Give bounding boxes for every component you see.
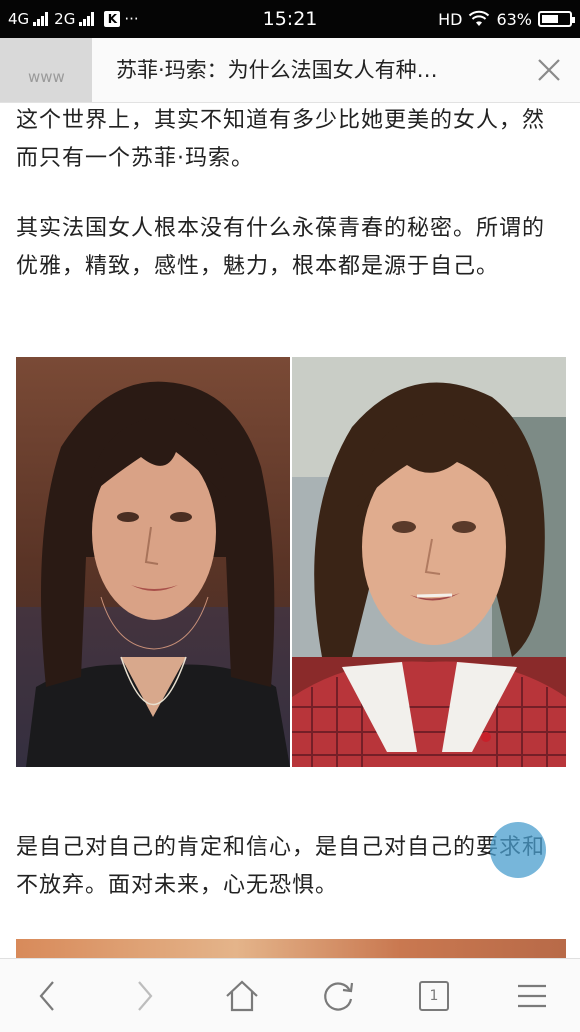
background-tab-url: www: [28, 68, 65, 86]
page-title: 苏菲·玛索：为什么法国女人有种…: [116, 58, 438, 82]
battery-icon: [538, 11, 575, 27]
touch-indicator: [490, 822, 546, 878]
battery-level-fill: [542, 15, 559, 23]
bottom-toolbar: 1: [0, 958, 580, 1032]
title-bar: www 苏菲·玛索：为什么法国女人有种…: [0, 38, 580, 103]
photo-young-portrait[interactable]: [292, 357, 566, 767]
home-icon: [226, 979, 258, 1011]
back-icon: [39, 980, 54, 1011]
status-bar: 4G 2G K ··· 15:21 HD 63%: [0, 0, 580, 38]
menu-button[interactable]: [474, 959, 580, 1032]
tab-count: 1: [429, 987, 439, 1004]
photo-comparison[interactable]: [16, 357, 566, 767]
article-paragraph-3: 是自己对自己的肯定和信心，是自己对自己的要求和不放弃。面对未来，心无恐惧。: [16, 835, 546, 898]
status-right: HD 63%: [438, 0, 575, 38]
wifi-icon: [469, 10, 490, 26]
battery-percent: 63%: [496, 9, 532, 29]
tabs-icon: 1: [419, 980, 449, 1011]
article-paragraph-2: 其实法国女人根本没有什么永葆青春的秘密。所谓的优雅，精致，感性，魅力，根本都是源…: [16, 216, 546, 279]
hd-label: HD: [438, 9, 463, 29]
photo-adult-portrait[interactable]: [16, 357, 290, 767]
close-icon[interactable]: [534, 55, 564, 85]
refresh-icon: [324, 981, 354, 1011]
forward-icon: [138, 980, 153, 1011]
article-paragraph-1: 这个世界上，其实不知道有多少比她更美的女人，然而只有一个苏菲·玛索。: [16, 108, 546, 171]
menu-icon: [518, 984, 546, 1007]
